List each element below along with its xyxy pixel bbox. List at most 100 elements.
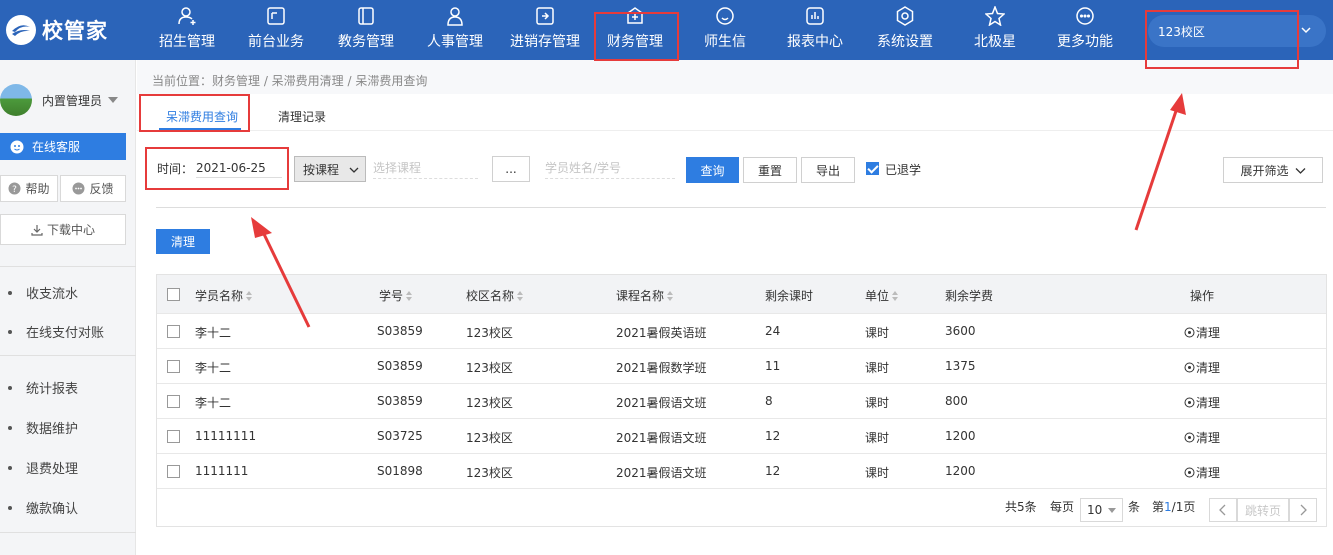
- row-checkbox[interactable]: [167, 395, 180, 408]
- query-button[interactable]: 查询: [686, 157, 739, 183]
- download-center-button[interactable]: 下载中心: [0, 214, 126, 245]
- nav-inventory[interactable]: 进销存管理: [505, 0, 585, 60]
- column-header-unit[interactable]: 单位: [865, 287, 899, 304]
- cell-student-id: S01898: [377, 464, 423, 478]
- help-button[interactable]: ? 帮助: [0, 175, 58, 202]
- expand-filter-button[interactable]: 展开筛选: [1223, 157, 1323, 183]
- nav-more[interactable]: 更多功能: [1051, 0, 1119, 60]
- student-search-input[interactable]: [545, 157, 675, 179]
- bullet-icon: [8, 505, 12, 510]
- export-button[interactable]: 导出: [801, 157, 855, 183]
- course-input[interactable]: [373, 157, 478, 179]
- select-all-checkbox[interactable]: [167, 288, 180, 301]
- sidebar-item-payment-confirm[interactable]: 缴款确认: [8, 498, 78, 517]
- clean-row-button[interactable]: 清理: [1184, 394, 1220, 411]
- column-header-student-id[interactable]: 学号: [379, 287, 413, 304]
- per-page-select[interactable]: 10: [1080, 498, 1123, 522]
- online-service-button[interactable]: 在线客服: [0, 133, 126, 160]
- cell-course: 2021暑假数学班: [616, 361, 707, 375]
- cell-unit: 课时: [865, 396, 890, 410]
- help-label: 帮助: [25, 182, 50, 196]
- nav-teacher-student[interactable]: 师生信: [696, 0, 754, 60]
- nav-label: 报表中心: [787, 34, 843, 50]
- cell-unit: 课时: [865, 326, 890, 340]
- avatar: [0, 84, 32, 116]
- cell-remaining-hours: 24: [765, 324, 781, 338]
- row-checkbox[interactable]: [167, 360, 180, 373]
- page-suffix: /1页: [1171, 500, 1196, 514]
- clean-row-label: 清理: [1196, 361, 1221, 375]
- prev-page-button[interactable]: [1209, 498, 1237, 522]
- cell-remaining-hours: 12: [765, 429, 781, 443]
- nav-front-desk[interactable]: 前台业务: [243, 0, 309, 60]
- feedback-button[interactable]: 反馈: [60, 175, 126, 202]
- page-prefix: 第: [1152, 500, 1165, 514]
- course-picker-button[interactable]: ...: [492, 156, 530, 182]
- table-row: 李十二 S03859 123校区 2021暑假英语班 24 课时 3600 清理: [157, 313, 1326, 348]
- clean-row-button[interactable]: 清理: [1184, 464, 1220, 481]
- tab-idle-fee-query[interactable]: 呆滞费用查询: [166, 108, 238, 125]
- mode-select-value: 按课程: [303, 162, 340, 177]
- reset-button[interactable]: 重置: [743, 157, 797, 183]
- nav-enrollment[interactable]: 招生管理: [154, 0, 220, 60]
- sidebar-item-label: 在线支付对账: [26, 326, 105, 341]
- nav-hr[interactable]: 人事管理: [422, 0, 488, 60]
- column-header-course[interactable]: 课程名称: [616, 287, 674, 304]
- table-row: 李十二 S03859 123校区 2021暑假语文班 8 课时 800 清理: [157, 383, 1326, 418]
- nav-label: 前台业务: [248, 34, 304, 50]
- cell-remaining-hours: 11: [765, 359, 781, 373]
- tab-clean-records[interactable]: 清理记录: [278, 108, 326, 125]
- user-add-icon: [178, 7, 196, 25]
- clean-row-button[interactable]: 清理: [1184, 324, 1220, 341]
- cell-course: 2021暑假语文班: [616, 396, 707, 410]
- service-icon: [10, 140, 24, 153]
- sidebar-item-refund[interactable]: 退费处理: [8, 458, 78, 477]
- withdrawn-checkbox[interactable]: [866, 162, 879, 175]
- clean-row-label: 清理: [1196, 396, 1221, 410]
- row-checkbox[interactable]: [167, 430, 180, 443]
- more-icon: [1076, 7, 1094, 25]
- sidebar-item-label: 收支流水: [26, 287, 79, 302]
- nav-reports[interactable]: 报表中心: [781, 0, 849, 60]
- cell-student: 李十二: [195, 396, 232, 410]
- sidebar-item-data-maintenance[interactable]: 数据维护: [8, 418, 78, 437]
- caret-down-icon: [108, 97, 119, 103]
- column-header-label: 剩余学费: [945, 289, 994, 303]
- tabs-divider: [137, 130, 1333, 131]
- row-checkbox[interactable]: [167, 325, 180, 338]
- clean-row-button[interactable]: 清理: [1184, 429, 1220, 446]
- table-header: 学员名称 学号 校区名称 课程名称 剩余课时 单位 剩余学费 操作: [157, 275, 1326, 313]
- mode-select[interactable]: 按课程: [294, 156, 366, 182]
- column-header-campus[interactable]: 校区名称: [466, 287, 524, 304]
- cell-campus: 123校区: [466, 361, 513, 375]
- chevron-down-icon: [349, 167, 359, 173]
- download-center-label: 下载中心: [46, 223, 95, 237]
- column-header-label: 学号: [379, 289, 404, 303]
- cell-student-id: S03859: [377, 359, 423, 373]
- campus-select[interactable]: 123校区: [1148, 15, 1326, 47]
- next-page-button[interactable]: [1289, 498, 1317, 522]
- per-page-unit: 条: [1128, 500, 1141, 514]
- logo-icon: [6, 15, 36, 45]
- sidebar-item-cashflow[interactable]: 收支流水: [8, 283, 78, 302]
- date-input[interactable]: [196, 158, 282, 178]
- sort-icon: [517, 290, 524, 301]
- cell-remaining-hours: 8: [765, 394, 773, 408]
- column-header-student[interactable]: 学员名称: [195, 287, 253, 304]
- nav-settings[interactable]: 系统设置: [871, 0, 939, 60]
- jump-page-input[interactable]: 跳转页: [1237, 498, 1289, 522]
- sidebar-item-statistics[interactable]: 统计报表: [8, 378, 78, 397]
- nav-label: 教务管理: [338, 34, 394, 50]
- clean-row-button[interactable]: 清理: [1184, 359, 1220, 376]
- row-checkbox[interactable]: [167, 465, 180, 478]
- nav-academic[interactable]: 教务管理: [333, 0, 399, 60]
- nav-polaris[interactable]: 北极星: [966, 0, 1024, 60]
- user-menu[interactable]: 内置管理员: [0, 80, 136, 120]
- clean-button[interactable]: 清理: [156, 229, 210, 254]
- nav-finance[interactable]: 财务管理: [601, 0, 669, 60]
- sidebar-item-online-payment[interactable]: 在线支付对账: [8, 322, 104, 341]
- app-logo[interactable]: 校管家: [6, 12, 108, 48]
- cell-course: 2021暑假英语班: [616, 326, 707, 340]
- eye-icon: [1184, 432, 1195, 443]
- book-icon: [358, 7, 374, 25]
